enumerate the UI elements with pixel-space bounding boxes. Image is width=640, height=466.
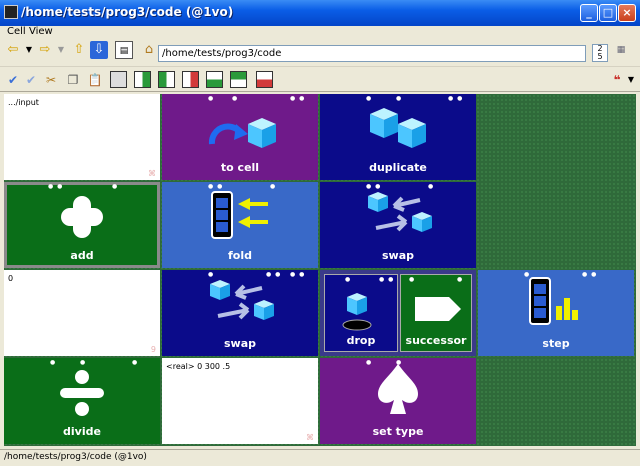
drop-cell[interactable]: ● ● ● drop xyxy=(324,274,398,352)
window-title: /home/tests/prog3/code (@1vo) xyxy=(21,5,234,19)
check-icon[interactable]: ✔ xyxy=(4,71,22,89)
title-bar[interactable]: /home/tests/prog3/code (@1vo) _ □ × xyxy=(0,0,640,26)
insert-column-left-icon[interactable] xyxy=(134,71,151,88)
divide-cell[interactable]: ● ● ● divide xyxy=(4,358,160,444)
paste-icon[interactable]: 📋 xyxy=(86,71,104,89)
insert-row-below-icon[interactable] xyxy=(230,71,247,88)
insert-column-right-icon[interactable] xyxy=(158,71,175,88)
calendar-icon[interactable]: ▤ xyxy=(115,41,133,59)
cell-mark: ⌘ xyxy=(148,169,156,178)
menu-view[interactable]: View xyxy=(29,26,53,37)
to-cell-cell[interactable]: ● ● ● ● to cell xyxy=(162,94,318,180)
delete-row-icon[interactable] xyxy=(256,71,273,88)
cell-mark: ⌘ xyxy=(306,433,314,442)
navigation-bar: ⇦ ▼ ⇨ ▼ ⇧ ⇩ ▤ ⌂ /home/tests/prog3/code 2… xyxy=(0,41,640,67)
home-icon[interactable]: ⌂ xyxy=(140,41,158,59)
copy-icon[interactable]: ❐ xyxy=(64,71,82,89)
op-label: drop xyxy=(346,334,376,347)
minimize-button[interactable]: _ xyxy=(580,4,598,22)
number-cell[interactable]: 0 9 xyxy=(4,270,160,356)
op-label: swap xyxy=(381,249,414,262)
cell-text: 0 xyxy=(8,274,14,283)
real-value-cell[interactable]: <real> 0 300 .5 ⌘ xyxy=(162,358,318,444)
op-label: to cell xyxy=(220,161,260,174)
duplicate-cell[interactable]: ● ● ● ● duplicate xyxy=(320,94,476,180)
cell-grid: .../input ⌘ ● ● ● ● to cell ● ● ● ● dupl… xyxy=(4,94,636,446)
up-arrow-icon[interactable]: ⇧ xyxy=(70,41,88,59)
successor-cell[interactable]: ● ● successor xyxy=(400,274,472,352)
app-window: /home/tests/prog3/code (@1vo) _ □ × Cell… xyxy=(0,0,640,466)
drop-successor-cell: ● ● ● drop ● ● successor xyxy=(320,270,476,356)
cell-grid-icon[interactable] xyxy=(110,71,127,88)
step-icon xyxy=(529,277,578,325)
swap-icon xyxy=(368,192,432,232)
set-type-cell[interactable]: ● ● set type xyxy=(320,358,476,444)
zoom-bottom-value: 5 xyxy=(597,52,603,61)
swap-icon xyxy=(210,280,274,320)
op-label: swap xyxy=(223,337,256,350)
fold-cell[interactable]: ● ● ● fold xyxy=(162,182,318,268)
drop-icon xyxy=(342,293,372,331)
layout-grid-icon[interactable]: ▦ xyxy=(612,41,630,59)
op-label: divide xyxy=(63,425,101,438)
close-button[interactable]: × xyxy=(618,4,636,22)
check-disabled-icon[interactable]: ✔ xyxy=(22,71,40,89)
path-field[interactable]: /home/tests/prog3/code xyxy=(158,45,586,62)
to-cell-icon xyxy=(208,118,276,148)
cell-text: .../input xyxy=(8,98,39,107)
duplicate-icon xyxy=(370,108,426,148)
op-label: successor xyxy=(405,334,467,347)
status-bar: /home/tests/prog3/code (@1vo) xyxy=(0,449,640,466)
divide-icon xyxy=(60,370,104,416)
op-label: add xyxy=(70,249,94,262)
successor-icon xyxy=(415,297,461,321)
op-label: step xyxy=(542,337,570,350)
swap-cell-2[interactable]: ● ● ● ● ● swap xyxy=(162,270,318,356)
menu-cell[interactable]: Cell xyxy=(7,26,26,37)
op-label: set type xyxy=(372,425,424,438)
step-cell[interactable]: ● ● ● step xyxy=(478,270,634,356)
fold-icon xyxy=(211,191,268,239)
op-label: duplicate xyxy=(369,161,427,174)
spade-icon xyxy=(378,364,418,414)
forward-dropdown-icon[interactable]: ▼ xyxy=(52,41,70,59)
cell-text: <real> 0 300 .5 xyxy=(166,362,231,371)
plus-icon xyxy=(61,196,103,238)
add-cell[interactable]: ● ● ● add xyxy=(4,182,160,268)
input-cell[interactable]: .../input ⌘ xyxy=(4,94,160,180)
toolbar: ✔ ✔ ✂ ❐ 📋 ❝ ▼ xyxy=(0,68,640,92)
insert-row-above-icon[interactable] xyxy=(206,71,223,88)
swap-cell-1[interactable]: ● ● ● swap xyxy=(320,182,476,268)
cut-icon[interactable]: ✂ xyxy=(42,71,60,89)
download-arrow-icon[interactable]: ⇩ xyxy=(90,41,108,59)
app-icon xyxy=(4,5,18,19)
menu-bar: Cell View xyxy=(0,26,640,40)
maximize-button[interactable]: □ xyxy=(599,4,617,22)
toolbar-dropdown-icon[interactable]: ▼ xyxy=(622,71,640,89)
op-label: fold xyxy=(228,249,252,262)
cell-mark: 9 xyxy=(150,345,156,354)
delete-column-icon[interactable] xyxy=(182,71,199,88)
zoom-spinner[interactable]: 25 xyxy=(592,44,608,62)
